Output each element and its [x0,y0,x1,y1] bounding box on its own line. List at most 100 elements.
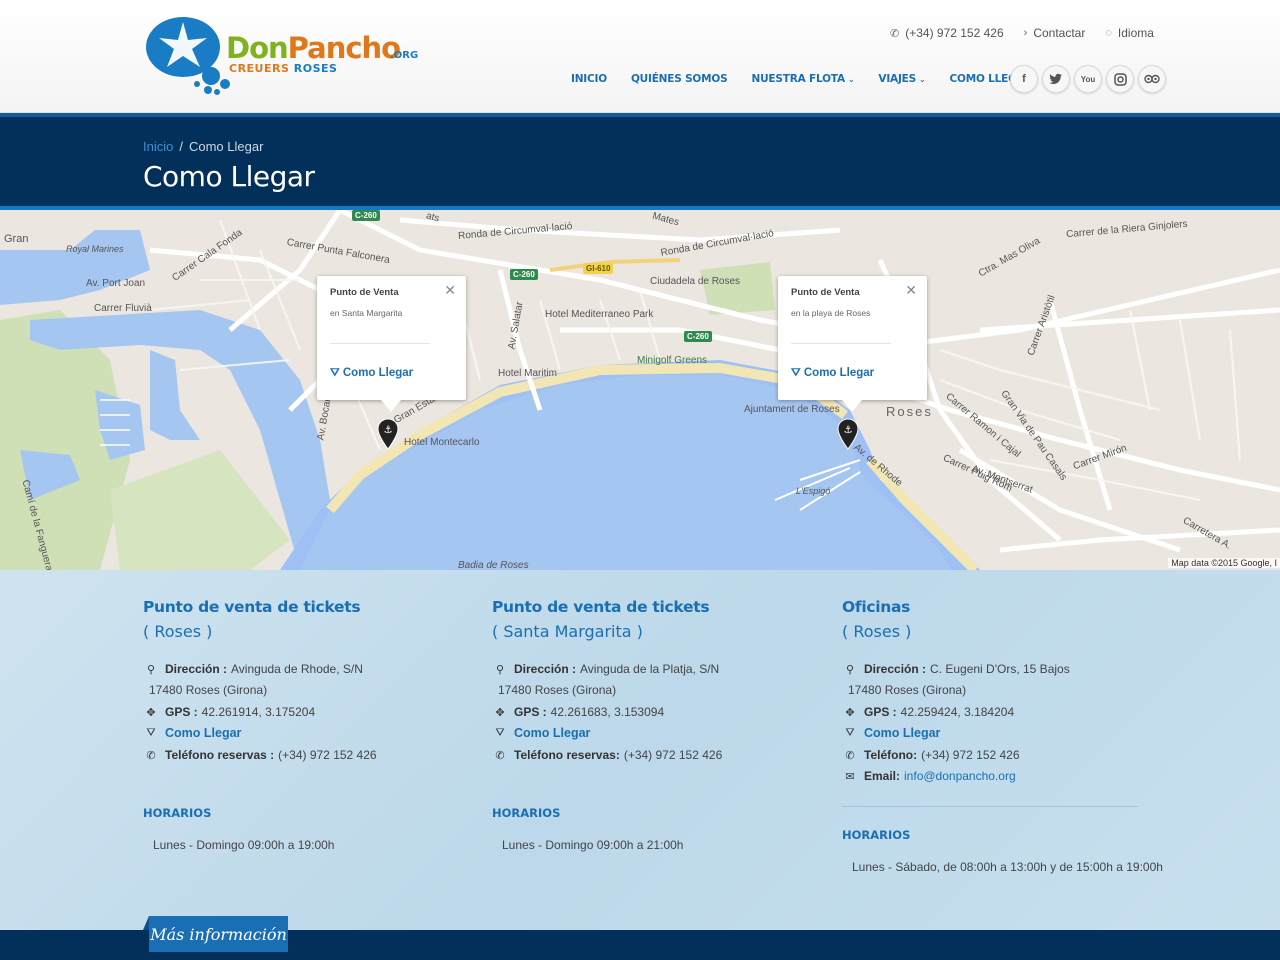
map-label: Badia de Roses [458,560,529,570]
address-line-2: 17480 Roses (Girona) [149,683,268,697]
gps-row: ✥ GPS :42.261914, 3.175204 [143,705,315,719]
info-window-subtitle: en la playa de Roses [791,308,871,318]
address-line-2: 17480 Roses (Girona) [848,683,967,697]
crosshair-icon: ✥ [146,706,156,719]
svg-text:⚓: ⚓ [384,425,393,436]
close-icon[interactable]: ✕ [444,282,456,299]
main-nav: INICIO QUIÉNES SOMOS NUESTRA FLOTA ⌄ VIAJ… [571,73,1033,85]
social-links: f You [1010,65,1166,93]
map-label: Ciudadela de Roses [650,276,741,287]
phone-row: ✆ Teléfono reservas : (+34) 972 152 426 [143,748,376,762]
road-tag: C-260 [684,331,712,342]
hours-text: Lunes - Sábado, de 08:00h a 13:00h y de … [852,860,1163,874]
location-title: Punto de venta de tickets [492,598,710,616]
map-label: Hotel Mediterraneo Park [545,309,654,320]
nav-inicio[interactable]: INICIO [571,73,607,85]
logo-subtitle: CREUERS ROSES [229,62,338,75]
location-city: ( Santa Margarita ) [492,622,643,641]
breadcrumb-home[interactable]: Inicio [143,139,173,154]
contact-section: Punto de venta de tickets ( Roses ) ⚲ Dir… [0,570,1280,930]
email-link[interactable]: info@donpancho.org [904,769,1016,783]
address-row: ⚲ Dirección : Avinguda de la Platja, S/N [492,662,719,676]
como-llegar-link[interactable]: ⛛ Como Llegar [791,367,874,380]
road-icon: ⛛ [495,726,505,739]
phone-icon: ✆ [890,27,900,40]
phone-link[interactable]: ✆ (+34) 972 152 426 [890,26,1004,40]
map-pin-icon: ⚲ [146,663,156,676]
anchor-marker-icon[interactable]: ⚓ [837,418,859,450]
youtube-icon[interactable]: You [1074,65,1102,93]
crosshair-icon: ✥ [845,706,855,719]
chevron-down-icon: ⌄ [847,74,855,84]
hours-title: HORARIOS [492,806,561,820]
map-label: Royal Marines [66,244,124,254]
instagram-icon[interactable] [1106,65,1134,93]
tripadvisor-icon[interactable] [1138,65,1166,93]
phone-icon: ✆ [845,749,855,762]
map-label: Hotel Maritim [498,368,557,379]
divider [842,806,1138,807]
logo-tld: .ORG [390,50,419,61]
map-label: Carrer Fluvià [94,303,152,314]
directions-row: ⛛ Como Llegar [842,726,940,740]
language-link[interactable]: ◌ Idioma [1105,26,1154,40]
hours-text: Lunes - Domingo 09:00h a 21:00h [502,838,684,852]
close-icon[interactable]: ✕ [905,282,917,299]
info-window-title: Punto de Venta [330,287,399,298]
location-city: ( Roses ) [143,622,213,641]
anchor-marker-icon[interactable]: ⚓ [377,418,399,450]
chevron-right-icon: › [1023,27,1028,39]
como-llegar-link[interactable]: Como Llegar [864,726,940,740]
google-map[interactable]: Gran Royal Marines Av. Port Joan Carrer … [0,210,1280,570]
map-label: Minigolf Greens [637,355,708,366]
location-city: ( Roses ) [842,622,912,641]
phone-icon: ✆ [495,749,505,762]
phone-row: ✆ Teléfono: (+34) 972 152 426 [842,748,1019,762]
page-title: Como Llegar [143,160,315,193]
address-line-2: 17480 Roses (Girona) [498,683,617,697]
gps-row: ✥ GPS :42.261683, 3.153094 [492,705,664,719]
hours-text: Lunes - Domingo 09:00h a 19:00h [153,838,335,852]
road-icon: ⛛ [791,367,804,379]
phone-icon: ✆ [146,749,156,762]
more-info-button[interactable]: Más información [143,916,288,952]
twitter-icon[interactable] [1042,65,1070,93]
directions-row: ⛛ Como Llegar [492,726,590,740]
map-label: Ajuntament de Roses [744,404,840,415]
info-window-subtitle: en Santa Margarita [330,308,403,318]
phone-row: ✆ Teléfono reservas: (+34) 972 152 426 [492,748,722,762]
map-attribution: Map data ©2015 Google, I [1168,558,1280,568]
map-label: L'Espigó [796,486,831,496]
como-llegar-link[interactable]: ⛛ Como Llegar [330,367,413,380]
road-icon: ⛛ [845,726,855,739]
map-info-window-roses: Punto de Venta ✕ en la playa de Roses ⛛ … [778,276,927,412]
divider [791,343,891,344]
top-links: ✆ (+34) 972 152 426 › Contactar ◌ Idioma [890,26,1154,40]
directions-row: ⛛ Como Llegar [143,726,241,740]
crosshair-icon: ✥ [495,706,505,719]
map-pin-icon: ⚲ [495,663,505,676]
como-llegar-link[interactable]: Como Llegar [514,726,590,740]
hours-title: HORARIOS [842,828,911,842]
road-icon: ⛛ [146,726,156,739]
svg-text:⚓: ⚓ [844,425,853,436]
road-icon: ⛛ [330,367,343,379]
map-pin-icon: ⚲ [845,663,855,676]
address-row: ⚲ Dirección : Avinguda de Rhode, S/N [143,662,363,676]
nav-quienes-somos[interactable]: QUIÉNES SOMOS [631,73,728,85]
speech-bubble-icon: ◌ [1105,27,1112,39]
logo-name: DonPancho [226,31,401,65]
site-logo[interactable]: DonPancho .ORG CREUERS ROSES [145,14,419,98]
facebook-icon[interactable]: f [1010,65,1038,93]
breadcrumb: Inicio / Como Llegar [143,139,264,154]
site-header: DonPancho .ORG CREUERS ROSES ✆ (+34) 972 … [0,0,1280,113]
nav-viajes[interactable]: VIAJES ⌄ [878,73,925,85]
road-tag: GI-610 [583,263,614,274]
map-label: Av. Port Joan [86,278,146,289]
nav-nuestra-flota[interactable]: NUESTRA FLOTA ⌄ [752,73,855,85]
hours-title: HORARIOS [143,806,212,820]
contact-link[interactable]: › Contactar [1024,26,1086,40]
map-info-window-santa-margarita: Punto de Venta ✕ en Santa Margarita ⛛ Co… [317,276,466,412]
info-window-title: Punto de Venta [791,287,860,298]
como-llegar-link[interactable]: Como Llegar [165,726,241,740]
